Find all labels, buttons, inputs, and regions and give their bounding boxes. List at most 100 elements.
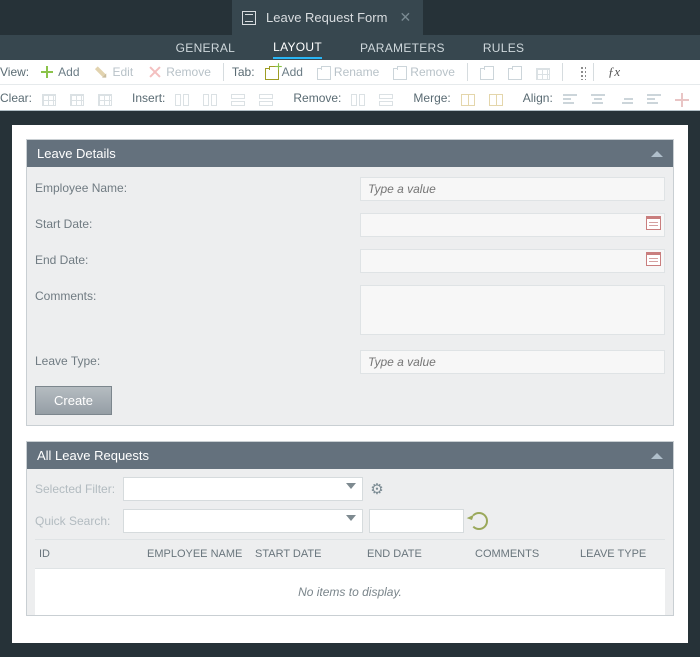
gear-icon[interactable]: ⚙ (369, 481, 385, 497)
tab-rules[interactable]: RULES (483, 37, 525, 59)
quick-search-input[interactable] (369, 509, 464, 533)
tab-parameters[interactable]: PARAMETERS (360, 37, 445, 59)
panel-header[interactable]: Leave Details (27, 140, 673, 167)
design-stage: Leave Details Employee Name: Start Date:… (0, 111, 700, 657)
columns-icon (203, 94, 217, 106)
grip-button[interactable] (571, 61, 585, 83)
refresh-icon[interactable] (470, 512, 488, 530)
col-start-date[interactable]: START DATE (251, 540, 363, 568)
quick-search-column-dropdown[interactable] (123, 509, 363, 533)
form-icon (242, 11, 256, 25)
align-right-icon (619, 94, 633, 106)
layout-tool-1 (476, 61, 498, 83)
selected-filter-dropdown[interactable] (123, 477, 363, 501)
insert-col-right (199, 87, 221, 109)
box-icon (480, 68, 494, 80)
view-add-button[interactable]: Add (35, 61, 83, 83)
rows-icon (259, 94, 273, 106)
calendar-icon[interactable] (646, 216, 661, 230)
toolbar-row-1: View: Add Edit Remove Tab: Add Rename Re… (0, 60, 700, 85)
panel-all-leave-requests: All Leave Requests Selected Filter: ⚙ Qu… (26, 441, 674, 616)
toolbar-label-merge: Merge: (413, 91, 450, 105)
tab-icon (393, 68, 407, 80)
toolbar-label-remove: Remove: (293, 91, 341, 105)
toolbar-label-tab: Tab: (232, 65, 255, 79)
end-date-field[interactable] (360, 249, 665, 273)
tab-remove-button: Remove (389, 61, 459, 83)
align-justify-icon (647, 94, 661, 106)
chevron-up-icon (651, 151, 663, 157)
title-bar: Leave Request Form ✕ (0, 0, 700, 35)
insert-col-left (171, 87, 193, 109)
tab-layout[interactable]: LAYOUT (273, 36, 322, 59)
col-leave-type[interactable]: LEAVE TYPE (576, 540, 665, 568)
start-date-field[interactable] (360, 213, 665, 237)
view-remove-button: Remove (143, 61, 215, 83)
employee-name-field[interactable] (360, 177, 665, 201)
toolbar: View: Add Edit Remove Tab: Add Rename Re… (0, 60, 700, 111)
fx-icon: ƒx (606, 64, 622, 80)
document-tab[interactable]: Leave Request Form ✕ (232, 0, 423, 35)
toolbar-label-clear: Clear: (0, 91, 32, 105)
col-employee-name[interactable]: EMPLOYEE NAME (143, 540, 251, 568)
ribbon-nav: GENERAL LAYOUT PARAMETERS RULES (0, 35, 700, 60)
toolbar-label-align: Align: (523, 91, 553, 105)
rows-icon (379, 94, 393, 106)
tab-rename-button: Rename (313, 61, 383, 83)
insert-row-above (227, 87, 249, 109)
clear-3 (94, 87, 116, 109)
separator (562, 63, 563, 81)
panel-title: All Leave Requests (37, 448, 149, 463)
quick-search-label: Quick Search: (35, 514, 117, 528)
separator (223, 63, 224, 81)
plus-icon (274, 62, 283, 71)
remove-row (375, 87, 397, 109)
col-end-date[interactable]: END DATE (363, 540, 471, 568)
grid-icon (42, 94, 56, 106)
col-id[interactable]: ID (35, 540, 143, 568)
start-date-label: Start Date: (35, 213, 360, 231)
panel-body: Selected Filter: ⚙ Quick Search: ID EMPL… (27, 469, 673, 615)
panel-leave-details: Leave Details Employee Name: Start Date:… (26, 139, 674, 426)
leave-type-field[interactable] (360, 350, 665, 374)
tab-icon (317, 68, 331, 80)
leave-type-label: Leave Type: (35, 350, 360, 368)
panel-header[interactable]: All Leave Requests (27, 442, 673, 469)
tab-general[interactable]: GENERAL (176, 37, 235, 59)
close-icon[interactable]: ✕ (397, 10, 413, 26)
unmerge-cells (485, 87, 507, 109)
selected-filter-label: Selected Filter: (35, 482, 117, 496)
panel-body: Employee Name: Start Date: End Date: Com… (27, 167, 673, 425)
merge-icon (489, 94, 503, 106)
align-right (615, 87, 637, 109)
grid-icon (536, 68, 550, 80)
chevron-down-icon (346, 515, 356, 521)
tab-add-button[interactable]: Add (261, 61, 307, 83)
align-left-icon (563, 94, 577, 106)
create-button[interactable]: Create (35, 386, 112, 415)
fx-button[interactable]: ƒx (602, 61, 626, 83)
pencil-icon (90, 61, 113, 84)
toolbar-label-view: View: (0, 65, 29, 79)
employee-name-label: Employee Name: (35, 177, 360, 195)
layout-tool-2 (504, 61, 526, 83)
box-icon (508, 68, 522, 80)
calendar-icon[interactable] (646, 252, 661, 266)
layout-tool-3 (532, 61, 554, 83)
view-edit-button: Edit (90, 61, 138, 83)
insert-row-below (255, 87, 277, 109)
col-comments[interactable]: COMMENTS (471, 540, 576, 568)
merge-cells (457, 87, 479, 109)
align-justify (643, 87, 665, 109)
grip-icon (580, 66, 586, 80)
align-center-icon (591, 94, 605, 106)
document-tab-title: Leave Request Form (266, 10, 387, 25)
end-date-label: End Date: (35, 249, 360, 267)
columns-icon (351, 94, 365, 106)
toolbar-label-insert: Insert: (132, 91, 165, 105)
panel-title: Leave Details (37, 146, 116, 161)
columns-icon (175, 94, 189, 106)
clear-1 (38, 87, 60, 109)
form-canvas: Leave Details Employee Name: Start Date:… (12, 125, 688, 643)
comments-field[interactable] (360, 285, 665, 335)
